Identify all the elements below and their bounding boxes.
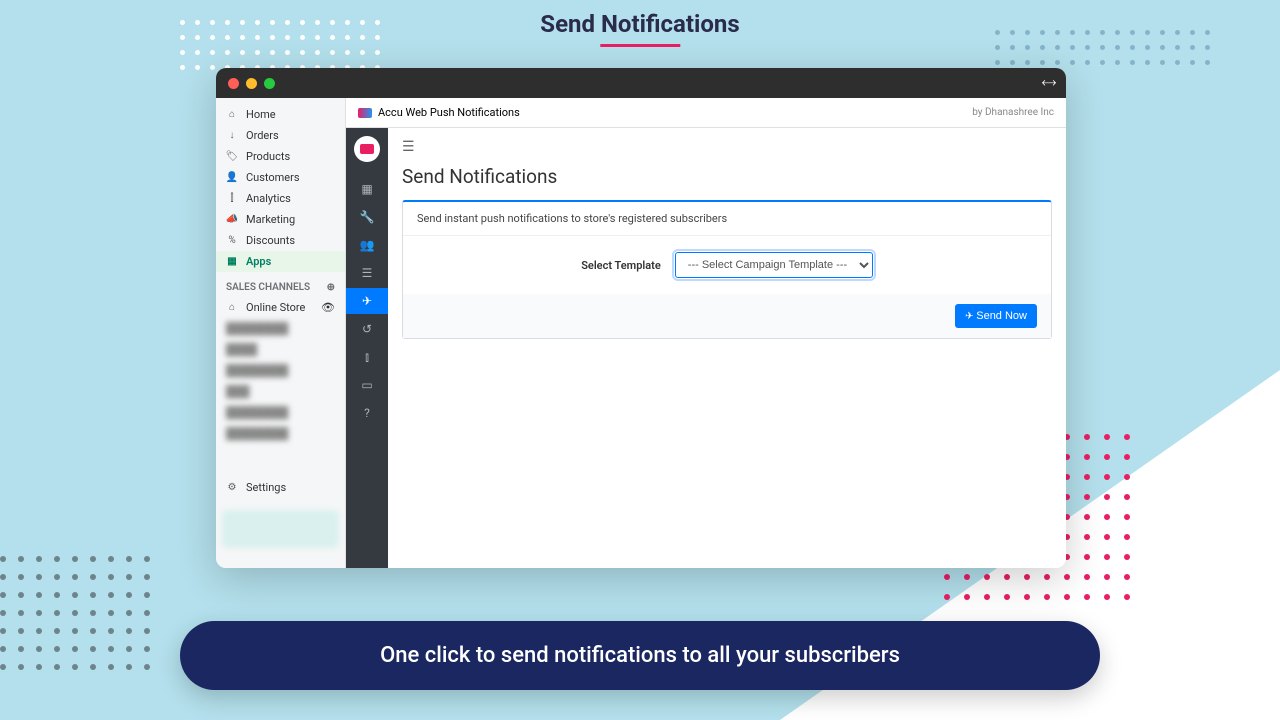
nav-label: Customers bbox=[246, 171, 300, 184]
nav-marketing[interactable]: 📣 Marketing bbox=[216, 209, 345, 230]
blurred-item: ████ bbox=[216, 339, 345, 360]
hamburger-icon[interactable]: ☰ bbox=[402, 139, 415, 155]
traffic-lights bbox=[228, 78, 275, 89]
nav-discounts[interactable]: % Discounts bbox=[216, 230, 345, 251]
side-grid-icon[interactable]: ▦ bbox=[346, 176, 388, 202]
send-now-button[interactable]: Send Now bbox=[955, 304, 1037, 328]
blurred-item: ████████ bbox=[216, 423, 345, 444]
app-sidebar: ▦ 🔧 👥 ☰ ✈ ↺ ⫾ ▭ ? bbox=[346, 128, 388, 568]
maximize-icon[interactable] bbox=[264, 78, 275, 89]
nav-label: Settings bbox=[246, 481, 286, 494]
nav-apps[interactable]: ▦ Apps bbox=[216, 251, 345, 272]
nav-label: Apps bbox=[246, 255, 271, 268]
close-icon[interactable] bbox=[228, 78, 239, 89]
gear-icon: ⚙ bbox=[226, 482, 238, 494]
nav-label: Online Store bbox=[246, 301, 305, 314]
app-logo-icon bbox=[358, 108, 372, 118]
select-template-label: Select Template bbox=[581, 259, 661, 272]
nav-online-store[interactable]: ⌂ Online Store 👁 bbox=[216, 297, 345, 318]
nav-label: Home bbox=[246, 108, 276, 121]
nav-settings[interactable]: ⚙ Settings bbox=[216, 477, 345, 498]
window-titlebar: ⤢ bbox=[216, 68, 1066, 98]
side-card-icon[interactable]: ▭ bbox=[346, 372, 388, 398]
page-heading: Send Notifications bbox=[402, 165, 1052, 188]
add-channel-icon[interactable]: ⊕ bbox=[327, 282, 335, 293]
expand-icon[interactable]: ⤢ bbox=[1039, 73, 1058, 92]
app-avatar-icon[interactable] bbox=[354, 136, 380, 162]
side-send-icon[interactable]: ✈ bbox=[346, 288, 388, 314]
marketing-icon: 📣 bbox=[226, 214, 238, 226]
nav-customers[interactable]: 👤 Customers bbox=[216, 167, 345, 188]
card-description: Send instant push notifications to store… bbox=[403, 202, 1051, 236]
side-chart-icon[interactable]: ⫾ bbox=[346, 344, 388, 370]
page-title: Send Notifications bbox=[540, 10, 739, 47]
home-icon: ⌂ bbox=[226, 109, 238, 121]
blurred-item: ████████ bbox=[216, 402, 345, 423]
nav-label: Marketing bbox=[246, 213, 295, 226]
orders-icon: ↓ bbox=[226, 130, 238, 142]
app-title: Accu Web Push Notifications bbox=[378, 106, 520, 119]
blue-dots-deco bbox=[995, 30, 1210, 65]
sales-channels-header: SALES CHANNELS⊕ bbox=[216, 272, 345, 297]
blurred-account bbox=[222, 510, 339, 548]
app-developer: by Dhanashree Inc bbox=[972, 107, 1054, 118]
analytics-icon: ⫿ bbox=[226, 193, 238, 205]
nav-analytics[interactable]: ⫿ Analytics bbox=[216, 188, 345, 209]
customers-icon: 👤 bbox=[226, 172, 238, 184]
discounts-icon: % bbox=[226, 235, 238, 247]
shopify-sidebar: ⌂ Home ↓ Orders 🏷 Products 👤 Customers ⫿ Anal… bbox=[216, 98, 346, 568]
products-icon: 🏷 bbox=[226, 151, 238, 163]
nav-label: Products bbox=[246, 150, 290, 163]
template-select[interactable]: --- Select Campaign Template --- bbox=[675, 252, 873, 278]
nav-products[interactable]: 🏷 Products bbox=[216, 146, 345, 167]
template-form: Select Template --- Select Campaign Temp… bbox=[403, 236, 1051, 294]
send-card: Send instant push notifications to store… bbox=[402, 200, 1052, 339]
content-area: ☰ Send Notifications Send instant push n… bbox=[388, 128, 1066, 568]
side-group-icon[interactable]: 👥 bbox=[346, 232, 388, 258]
view-icon[interactable]: 👁 bbox=[321, 301, 335, 314]
nav-label: Discounts bbox=[246, 234, 295, 247]
minimize-icon[interactable] bbox=[246, 78, 257, 89]
side-list-icon[interactable]: ☰ bbox=[346, 260, 388, 286]
app-frame: Accu Web Push Notifications by Dhanashre… bbox=[346, 98, 1066, 568]
blurred-item: ████████ bbox=[216, 360, 345, 381]
black-dots-deco bbox=[0, 556, 150, 670]
side-help-icon[interactable]: ? bbox=[346, 400, 388, 426]
apps-icon: ▦ bbox=[226, 256, 238, 268]
app-header: Accu Web Push Notifications by Dhanashre… bbox=[346, 98, 1066, 128]
white-dots-deco bbox=[180, 20, 380, 70]
nav-orders[interactable]: ↓ Orders bbox=[216, 125, 345, 146]
card-footer: Send Now bbox=[403, 294, 1051, 338]
tagline-banner: One click to send notifications to all y… bbox=[180, 621, 1100, 690]
blurred-item: ███ bbox=[216, 381, 345, 402]
side-history-icon[interactable]: ↺ bbox=[346, 316, 388, 342]
nav-label: Orders bbox=[246, 129, 279, 142]
store-icon: ⌂ bbox=[226, 302, 238, 314]
app-window: ⤢ ⌂ Home ↓ Orders 🏷 Products 👤 Customers ⫿ An… bbox=[216, 68, 1066, 568]
nav-label: Analytics bbox=[246, 192, 291, 205]
nav-home[interactable]: ⌂ Home bbox=[216, 104, 345, 125]
side-wrench-icon[interactable]: 🔧 bbox=[346, 204, 388, 230]
blurred-item: ████████ bbox=[216, 318, 345, 339]
